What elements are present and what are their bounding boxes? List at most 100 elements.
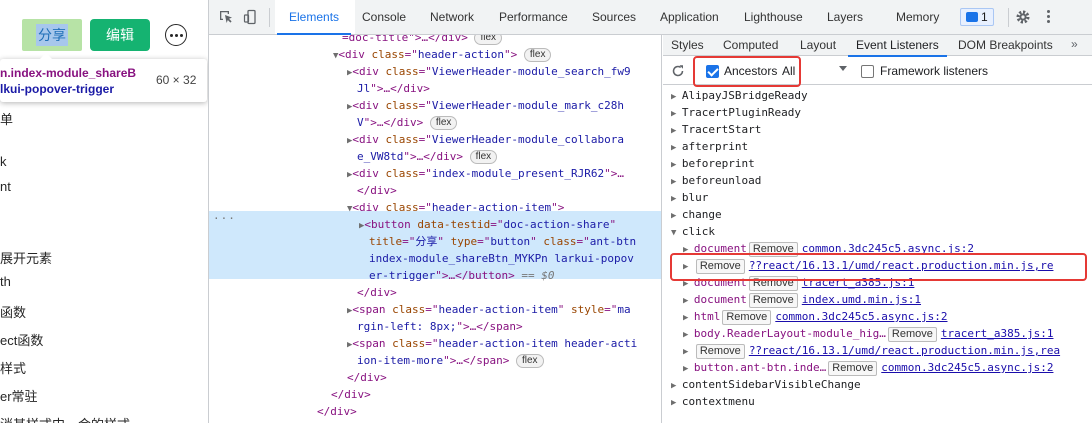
tab-network[interactable]: Network — [430, 0, 474, 35]
dom-node-line[interactable]: e_VW8td">…</div> flex — [209, 148, 498, 165]
caret-right-icon[interactable]: ▶ — [671, 143, 682, 153]
ancestors-checkbox[interactable] — [706, 65, 719, 78]
listener-item[interactable]: ▶ document Remove index.umd.min.js:1 — [683, 291, 921, 308]
framework-listeners-checkbox[interactable] — [861, 65, 874, 78]
dom-node-line[interactable]: ▶<div class="ViewerHeader-module_mark_c2… — [209, 97, 624, 114]
dom-node-line[interactable]: </div> — [209, 386, 371, 403]
caret-down-icon[interactable]: ▼ — [671, 228, 682, 238]
listener-source-link[interactable]: tracert_a385.js:1 — [941, 327, 1054, 340]
dom-node-line[interactable]: </div> — [209, 284, 397, 301]
event-type-item[interactable]: ▶ beforeprint — [671, 155, 755, 172]
share-button[interactable]: 分享 — [22, 19, 82, 51]
device-toolbar-icon[interactable] — [243, 9, 259, 25]
remove-listener-button[interactable]: Remove — [887, 327, 937, 342]
issues-badge[interactable]: 1 — [960, 8, 994, 26]
sidebar-tab-computed[interactable]: Computed — [723, 35, 778, 56]
event-type-item[interactable]: ▶ afterprint — [671, 138, 748, 155]
listener-source-link[interactable]: tracert_a385.js:1 — [802, 276, 915, 289]
tab-console[interactable]: Console — [362, 0, 406, 35]
caret-right-icon[interactable]: ▶ — [671, 381, 682, 391]
dom-node-line[interactable]: =doc-title">…</div> flex — [209, 35, 503, 46]
dom-node-line[interactable]: ▼<div class="header-action-item"> — [209, 199, 564, 216]
listener-item[interactable]: ▶ body.ReaderLayout-module_hig… Remove tra… — [683, 325, 1053, 342]
dom-node-line[interactable]: ▶<button data-testid="doc-action-share" — [209, 216, 616, 233]
dom-node-line[interactable]: rgin-left: 8px;">…</span> — [209, 318, 523, 335]
remove-listener-button[interactable]: Remove — [695, 259, 745, 274]
dom-node-line[interactable]: ▶<div class="ViewerHeader-module_search_… — [209, 63, 631, 80]
dom-node-line[interactable]: V">…</div> flex — [209, 114, 458, 131]
sidebar-more-tabs-icon[interactable]: » — [1071, 37, 1078, 51]
elements-tree[interactable]: ··· =doc-title">…</div> flex ▼<div class=… — [209, 35, 662, 423]
tab-performance[interactable]: Performance — [499, 0, 568, 35]
caret-right-icon[interactable]: ▶ — [683, 330, 694, 340]
event-type-item[interactable]: ▶ change — [671, 206, 722, 223]
sidebar-tab-event-listeners[interactable]: Event Listeners — [848, 35, 947, 57]
dom-node-line[interactable]: ▶<div class="index-module_present_RJR62"… — [209, 165, 624, 182]
caret-right-icon[interactable]: ▶ — [671, 211, 682, 221]
event-type-item[interactable]: ▶ beforeunload — [671, 172, 761, 189]
more-options-icon[interactable] — [165, 24, 187, 46]
chevron-down-icon[interactable] — [839, 66, 847, 71]
caret-right-icon[interactable]: ▶ — [683, 364, 694, 374]
inspect-element-icon[interactable] — [218, 9, 234, 25]
caret-right-icon[interactable]: ▶ — [671, 398, 682, 408]
listener-source-link[interactable]: common.3dc245c5.async.js:2 — [802, 242, 974, 255]
dom-node-line[interactable]: Jl">…</div> — [209, 80, 430, 97]
caret-right-icon[interactable]: ▶ — [671, 177, 682, 187]
listener-item[interactable]: ▶ html Remove common.3dc245c5.async.js:2 — [683, 308, 948, 325]
listener-source-link[interactable]: ??react/16.13.1/umd/react.production.min… — [749, 344, 1060, 357]
dom-node-line[interactable]: </div> — [209, 403, 357, 420]
listener-source-link[interactable]: common.3dc245c5.async.js:2 — [775, 310, 947, 323]
listener-item[interactable]: ▶ document Remove common.3dc245c5.async.js… — [683, 240, 974, 257]
dom-node-line[interactable]: ▶<div class="ViewerHeader-module_collabo… — [209, 131, 624, 148]
dom-node-line[interactable]: ▼<div class="header-action"> flex — [209, 46, 552, 63]
caret-right-icon[interactable]: ▶ — [683, 313, 694, 323]
caret-right-icon[interactable]: ▶ — [683, 347, 694, 357]
tab-sources[interactable]: Sources — [592, 0, 636, 35]
tab-lighthouse[interactable]: Lighthouse — [744, 0, 803, 35]
event-type-item[interactable]: ▶ contextmenu — [671, 393, 755, 410]
listener-source-link[interactable]: common.3dc245c5.async.js:2 — [881, 361, 1053, 374]
dom-node-line[interactable]: er-trigger">…</button> == $0 — [209, 267, 554, 284]
refresh-icon[interactable] — [671, 64, 685, 78]
event-type-item[interactable]: ▶ AlipayJSBridgeReady — [671, 87, 808, 104]
listener-source-link[interactable]: ??react/16.13.1/umd/react.production.min… — [749, 259, 1054, 272]
caret-right-icon[interactable]: ▶ — [671, 126, 682, 136]
remove-listener-button[interactable]: Remove — [748, 276, 798, 291]
caret-right-icon[interactable]: ▶ — [683, 262, 694, 272]
event-type-item[interactable]: ▶ blur — [671, 189, 708, 206]
event-type-item[interactable]: ▶ TracertPluginReady — [671, 104, 801, 121]
remove-listener-button[interactable]: Remove — [722, 310, 772, 325]
remove-listener-button[interactable]: Remove — [828, 361, 878, 376]
tab-layers[interactable]: Layers — [827, 0, 863, 35]
caret-right-icon[interactable]: ▶ — [671, 160, 682, 170]
caret-right-icon[interactable]: ▶ — [683, 245, 694, 255]
dom-node-line[interactable]: index-module_shareBtn_MYKPn larkui-popov — [209, 250, 634, 267]
event-type-item[interactable]: ▶ contentSidebarVisibleChange — [671, 376, 861, 393]
sidebar-tab-dom-breakpoints[interactable]: DOM Breakpoints — [958, 35, 1053, 56]
listener-item[interactable]: ▶ Remove ??react/16.13.1/umd/react.produc… — [683, 342, 1060, 359]
caret-right-icon[interactable]: ▶ — [671, 194, 682, 204]
event-type-item[interactable]: ▶ TracertStart — [671, 121, 761, 138]
caret-right-icon[interactable]: ▶ — [671, 109, 682, 119]
caret-right-icon[interactable]: ▶ — [683, 296, 694, 306]
tab-memory[interactable]: Memory — [896, 0, 939, 35]
gear-icon[interactable] — [1015, 9, 1031, 25]
remove-listener-button[interactable]: Remove — [748, 242, 798, 257]
caret-right-icon[interactable]: ▶ — [683, 279, 694, 289]
remove-listener-button[interactable]: Remove — [695, 344, 745, 359]
dom-node-line[interactable]: ▶<span class="header-action-item header-… — [209, 335, 637, 352]
listener-item[interactable]: ▶ button.ant-btn.inde… Remove common.3dc24… — [683, 359, 1053, 376]
caret-right-icon[interactable]: ▶ — [671, 92, 682, 102]
dom-node-line[interactable]: title="分享" type="button" class="ant-btn — [209, 233, 636, 250]
event-type-item[interactable]: ▼ click — [671, 223, 715, 240]
dom-node-line[interactable]: ▶<span class="header-action-item" style=… — [209, 301, 631, 318]
listener-source-link[interactable]: index.umd.min.js:1 — [802, 293, 921, 306]
tab-application[interactable]: Application — [660, 0, 719, 35]
tab-elements[interactable]: Elements — [276, 0, 352, 35]
listener-item[interactable]: ▶ document Remove tracert_a385.js:1 — [683, 274, 914, 291]
listener-item[interactable]: ▶ Remove ??react/16.13.1/umd/react.produc… — [683, 257, 1053, 274]
kebab-menu-icon[interactable] — [1047, 8, 1051, 26]
edit-button[interactable]: 编辑 — [90, 19, 150, 51]
listener-filter-select[interactable]: All — [782, 64, 795, 78]
